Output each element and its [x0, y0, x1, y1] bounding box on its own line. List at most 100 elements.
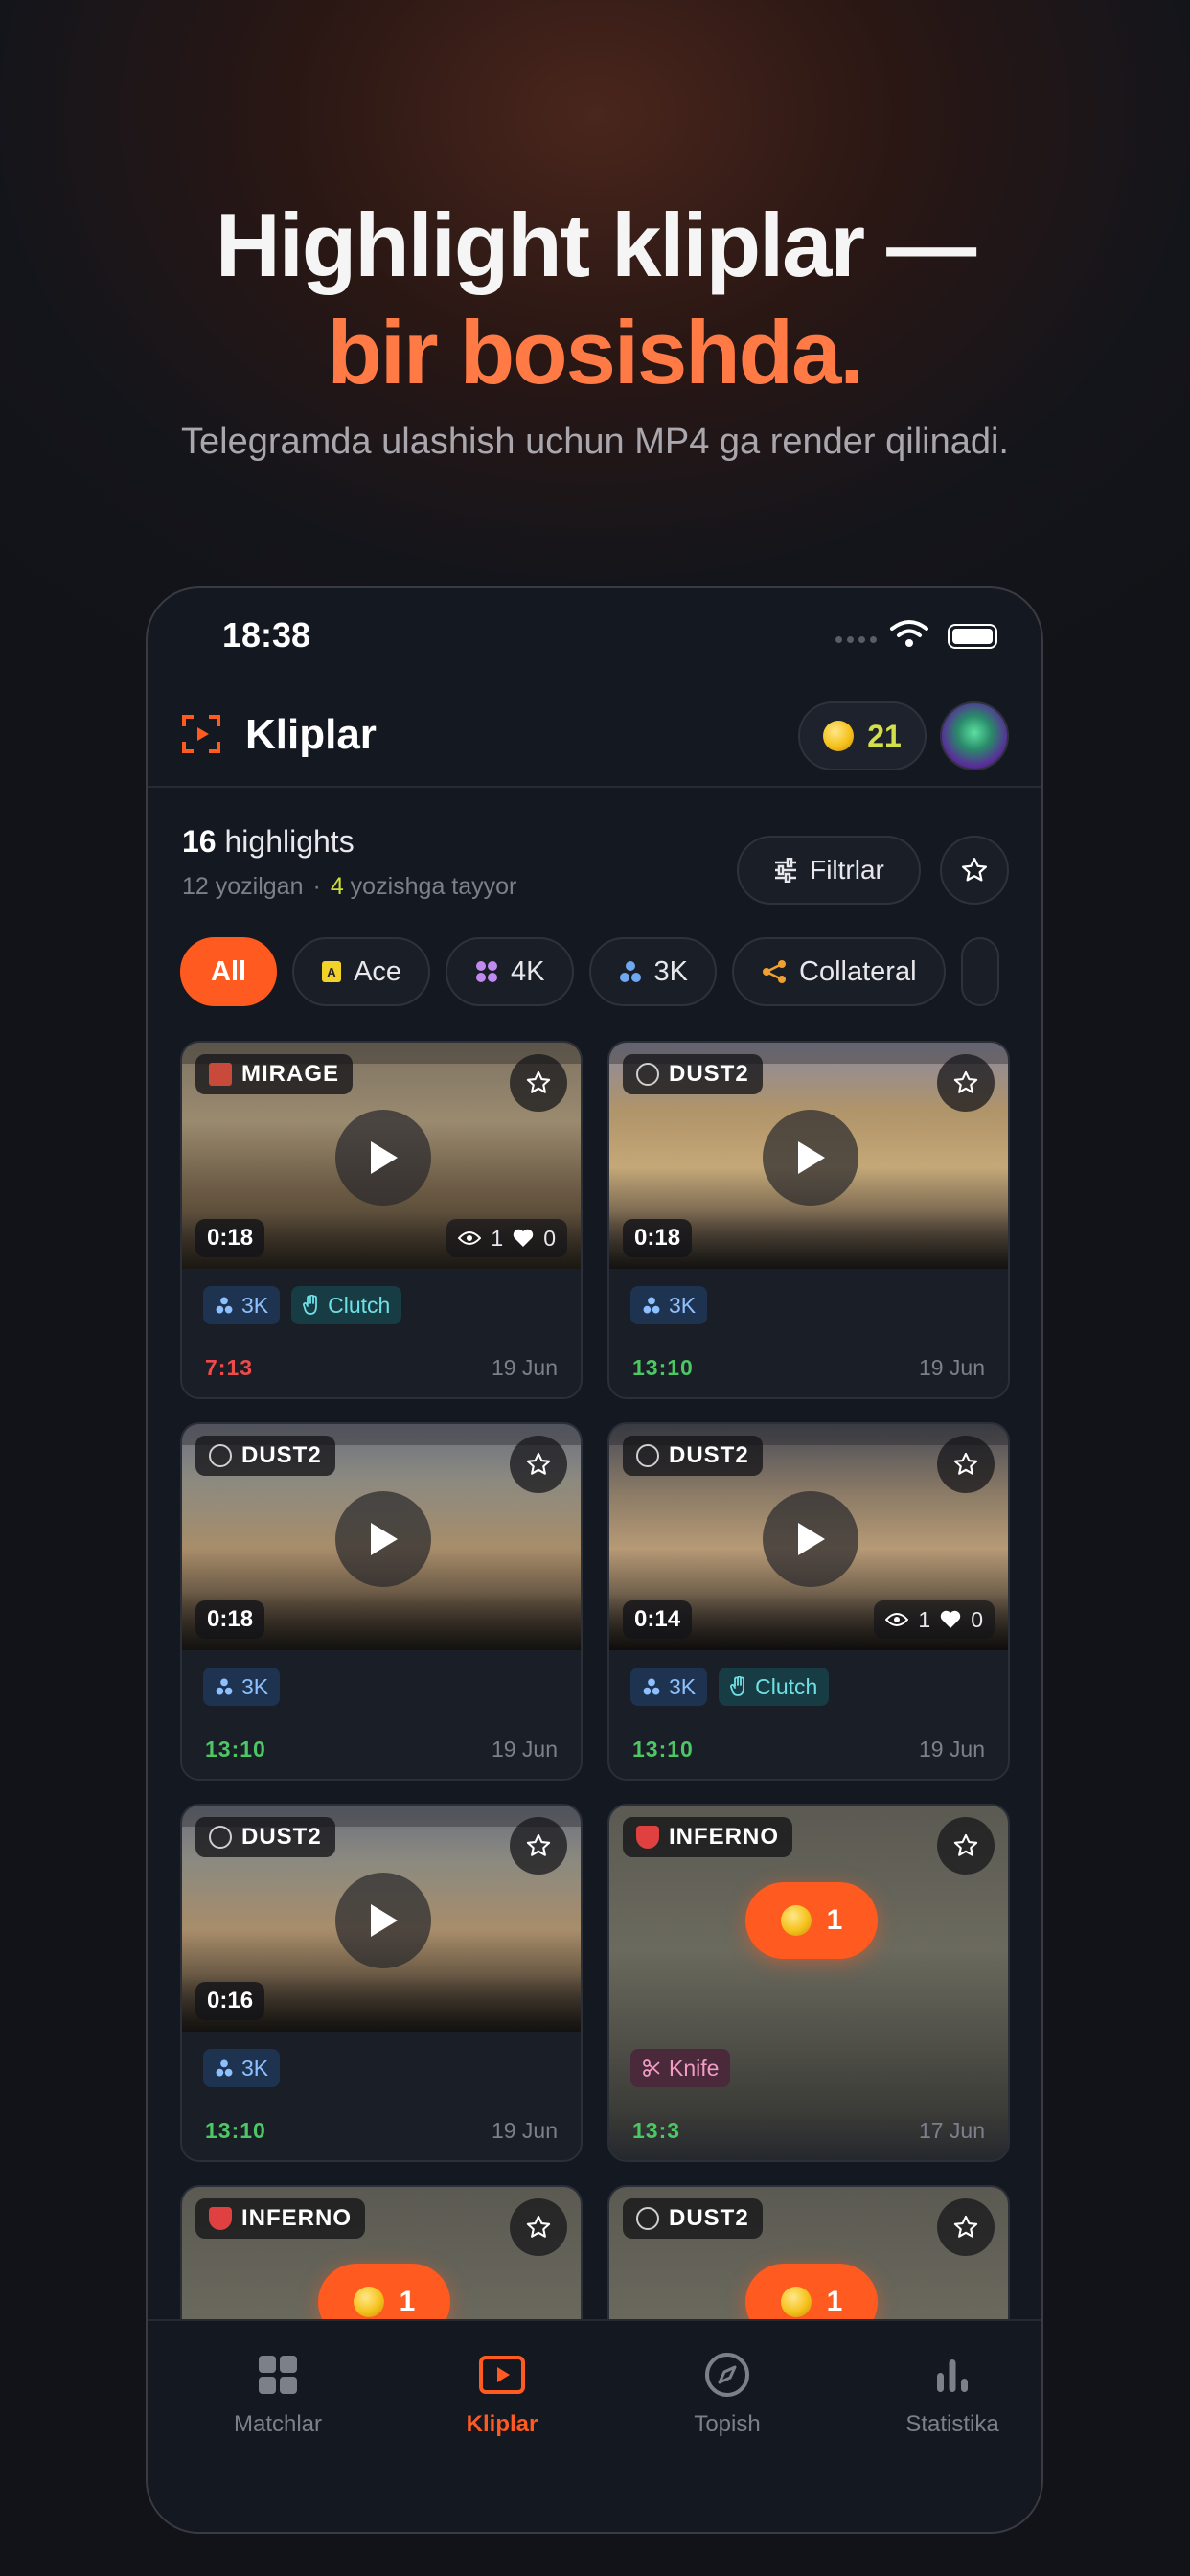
chip-3k[interactable]: 3K — [588, 937, 718, 1006]
chip-4k[interactable]: 4K — [446, 937, 574, 1006]
play-icon — [371, 1523, 398, 1555]
favorite-button[interactable] — [510, 1817, 567, 1874]
favorite-button[interactable] — [937, 1054, 995, 1112]
eye-icon — [458, 1231, 482, 1245]
phone-frame: 18:38 Kliplar 21 16 highlights 12 yozilg… — [146, 586, 1043, 2534]
chip-more[interactable] — [960, 937, 999, 1006]
clip-duration: 0:14 — [623, 1600, 693, 1639]
map-badge: DUST2 — [195, 1817, 335, 1857]
play-button[interactable] — [335, 1873, 431, 1968]
clip-duration: 0:18 — [195, 1219, 265, 1257]
clip-card[interactable]: DUST2 0:14 1 0 3K Clutch 13:10 19 Jun — [607, 1422, 1010, 1781]
chip-collateral[interactable]: Collateral — [732, 937, 946, 1006]
tab-statistika[interactable]: Statistika — [857, 2350, 1041, 2438]
heart-icon — [941, 1610, 961, 1628]
map-badge: INFERNO — [623, 1817, 792, 1857]
play-icon — [371, 1904, 398, 1937]
favorite-button[interactable] — [510, 1054, 567, 1112]
star-icon — [953, 1833, 978, 1856]
chip-label: Collateral — [799, 955, 917, 987]
favorite-button[interactable] — [510, 2198, 567, 2256]
scissors-icon — [643, 2059, 660, 2077]
favorite-button[interactable] — [937, 1436, 995, 1493]
tab-label: Matchlar — [233, 2411, 323, 2437]
unlock-cost: 1 — [826, 1904, 843, 1936]
play-icon — [798, 1523, 825, 1555]
hero-title-line1: Highlight kliplar — — [215, 195, 976, 295]
heart-icon — [514, 1229, 534, 1247]
map-name: DUST2 — [241, 1442, 322, 1468]
clip-card-locked[interactable]: INFERNO 1 Knife 13:3 17 Jun — [607, 1804, 1010, 2162]
chip-label: Ace — [354, 955, 402, 987]
play-button[interactable] — [335, 1110, 431, 1206]
tag-3k: 3K — [630, 1286, 708, 1324]
star-icon — [526, 1833, 551, 1856]
filter-button-label: Filtrlar — [810, 855, 884, 885]
map-badge: INFERNO — [195, 2198, 365, 2239]
tag-clutch: Clutch — [291, 1286, 402, 1324]
chip-ace[interactable]: A Ace — [292, 937, 431, 1006]
map-badge: MIRAGE — [195, 1054, 353, 1094]
unlock-button[interactable]: 1 — [745, 1882, 878, 1959]
clip-card[interactable]: DUST2 0:18 3K 13:10 19 Jun — [607, 1041, 1010, 1399]
clip-thumbnail[interactable]: DUST2 0:18 — [609, 1043, 1008, 1269]
play-button[interactable] — [335, 1491, 431, 1587]
clip-duration: 0:18 — [623, 1219, 693, 1257]
hand-icon — [303, 1295, 318, 1315]
bar-chart-icon — [937, 2359, 968, 2392]
clip-stats: 1 0 — [874, 1600, 995, 1639]
clip-thumbnail[interactable]: DUST2 0:18 — [182, 1424, 581, 1650]
favorite-button[interactable] — [937, 1817, 995, 1874]
tag-knife: Knife — [630, 2049, 731, 2087]
clip-card[interactable]: DUST2 0:18 3K 13:10 19 Jun — [180, 1422, 583, 1781]
status-bar: 18:38 — [148, 588, 1041, 684]
likes-count: 0 — [543, 1225, 556, 1251]
coin-icon — [780, 2287, 812, 2317]
coin-icon — [353, 2287, 384, 2317]
map-name: DUST2 — [669, 2205, 749, 2231]
clip-card[interactable]: DUST2 0:16 3K 13:10 19 Jun — [180, 1804, 583, 2162]
map-badge: DUST2 — [195, 1436, 335, 1476]
play-icon — [798, 1141, 825, 1174]
map-dust2-icon — [636, 1063, 659, 1086]
hero-subtitle: Telegramda ulashish uchun MP4 ga render … — [181, 422, 1009, 462]
favorite-button[interactable] — [937, 2198, 995, 2256]
tab-label: Kliplar — [466, 2411, 538, 2437]
play-button[interactable] — [763, 1491, 858, 1587]
tab-kliplar[interactable]: Kliplar — [406, 2350, 598, 2438]
3k-icon — [643, 1297, 660, 1314]
chip-all[interactable]: All — [180, 937, 278, 1006]
play-button[interactable] — [763, 1110, 858, 1206]
star-icon — [953, 1070, 978, 1093]
match-score: 13:10 — [205, 1736, 266, 1761]
favorites-filter-button[interactable] — [940, 836, 1009, 905]
match-score: 13:10 — [205, 2118, 266, 2143]
clip-date: 19 Jun — [491, 1736, 558, 1761]
clip-thumbnail[interactable]: DUST2 0:16 — [182, 1806, 581, 2032]
tab-label: Statistika — [905, 2411, 999, 2437]
clip-card[interactable]: MIRAGE 0:18 1 0 3K Clutch 7:13 19 Jun — [180, 1041, 583, 1399]
collateral-icon — [763, 960, 787, 983]
filter-chips: All A Ace 4K 3K Collateral — [180, 937, 999, 1006]
tab-matchlar[interactable]: Matchlar — [182, 2350, 374, 2438]
match-score: 13:3 — [632, 2118, 681, 2143]
grid-icon — [259, 2356, 297, 2394]
clip-date: 19 Jun — [918, 1736, 985, 1761]
star-icon — [526, 2215, 551, 2238]
coin-balance[interactable]: 21 — [798, 702, 927, 770]
hero-title-line2: bir bosishda. — [327, 302, 865, 402]
map-name: DUST2 — [669, 1061, 749, 1087]
avatar[interactable] — [940, 702, 1009, 770]
clip-thumbnail[interactable]: DUST2 0:14 1 0 — [609, 1424, 1008, 1650]
map-badge: DUST2 — [623, 1054, 763, 1094]
eye-icon — [885, 1613, 909, 1626]
star-icon — [953, 2215, 978, 2238]
tab-label: Topish — [694, 2411, 761, 2437]
3k-icon — [619, 961, 641, 982]
map-name: INFERNO — [669, 1824, 779, 1850]
clip-thumbnail[interactable]: MIRAGE 0:18 1 0 — [182, 1043, 581, 1269]
filter-button[interactable]: Filtrlar — [737, 836, 921, 905]
map-inferno-icon — [636, 1826, 659, 1849]
tab-topish[interactable]: Topish — [631, 2350, 823, 2438]
favorite-button[interactable] — [510, 1436, 567, 1493]
